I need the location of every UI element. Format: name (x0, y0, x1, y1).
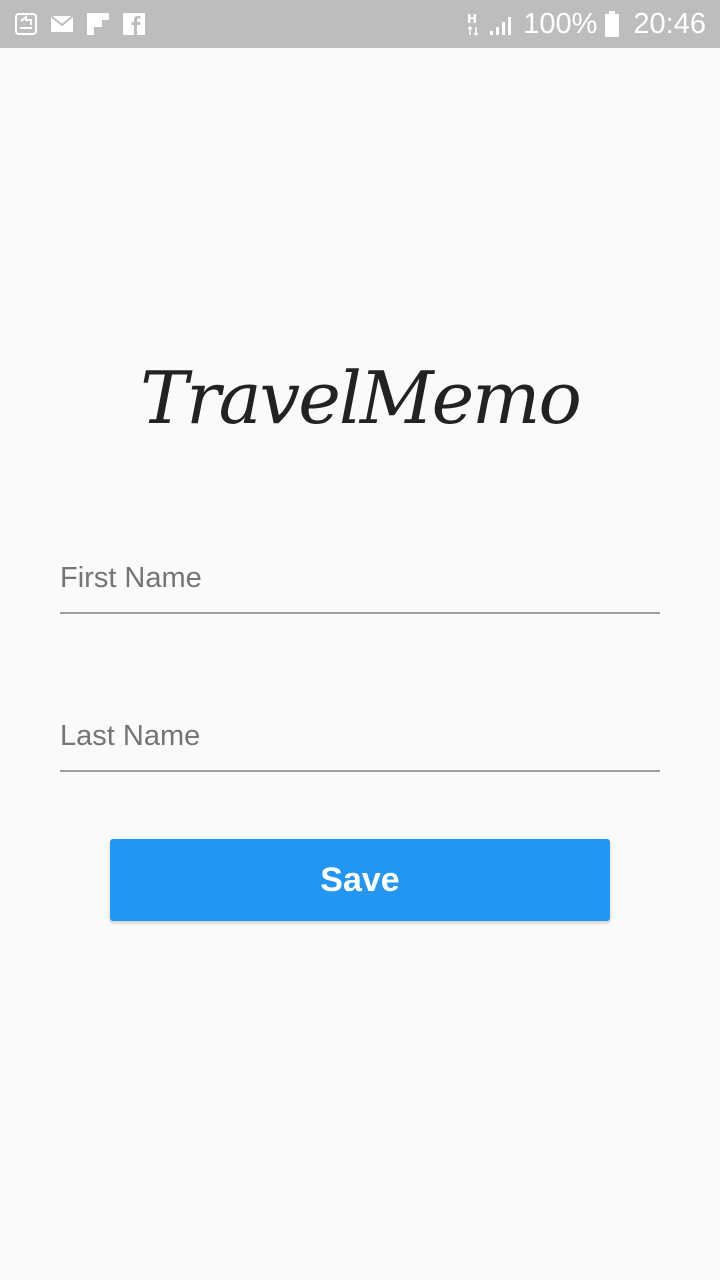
first-name-input[interactable] (60, 534, 660, 612)
facebook-icon (122, 12, 146, 36)
svg-text:H: H (467, 12, 477, 26)
save-button[interactable]: Save (110, 839, 610, 921)
signal-icon (487, 12, 517, 36)
battery-percent: 100% (523, 7, 598, 40)
system-status: H 100% 20:46 (465, 8, 706, 41)
first-name-field[interactable] (60, 534, 660, 614)
app-logo: TravelMemo (140, 356, 582, 440)
screenshot-icon (14, 12, 38, 36)
notification-icons (14, 12, 146, 36)
mail-icon (50, 12, 74, 36)
battery-icon (603, 11, 621, 37)
last-name-input[interactable] (60, 692, 660, 770)
flipboard-icon (86, 12, 110, 36)
status-bar: H 100% 20:46 (0, 0, 720, 48)
last-name-field[interactable] (60, 692, 660, 772)
network-type-icon: H (465, 12, 481, 37)
clock: 20:46 (633, 7, 706, 40)
